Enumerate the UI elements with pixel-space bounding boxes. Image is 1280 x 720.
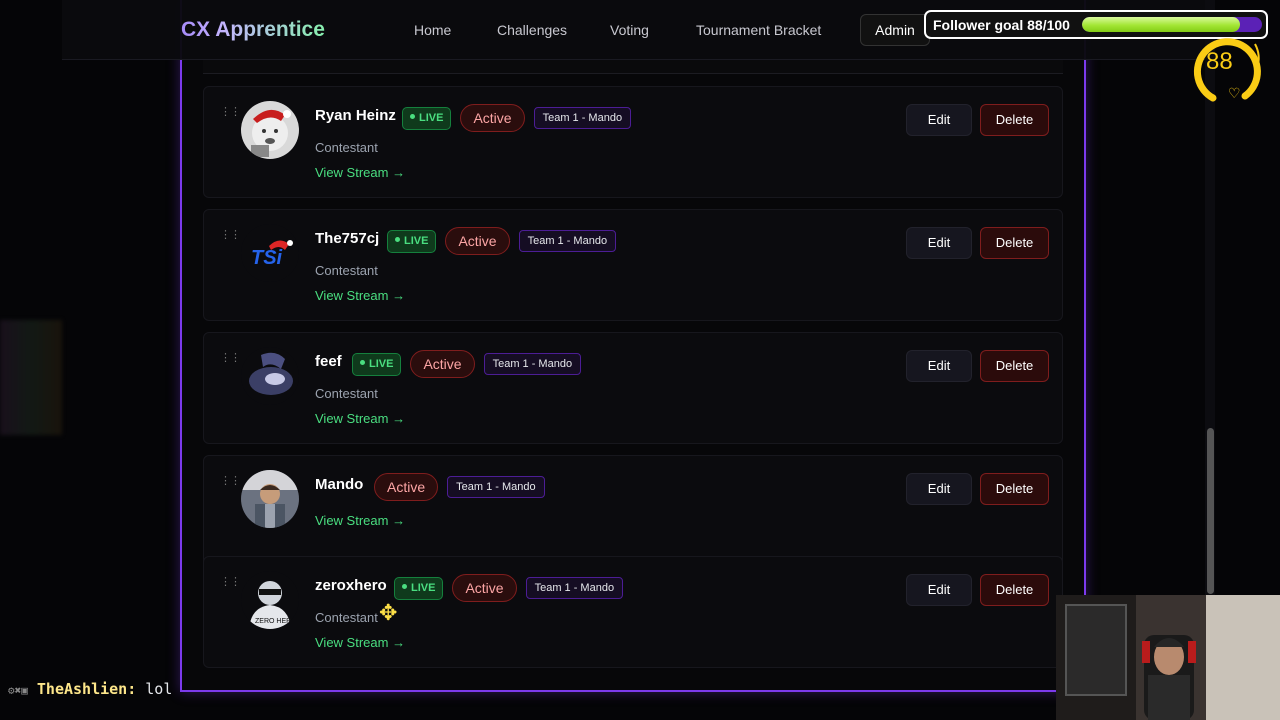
delete-button[interactable]: Delete [980, 350, 1049, 382]
nav-admin-button[interactable]: Admin [860, 14, 930, 46]
chat-username: TheAshlien [36, 680, 128, 698]
contestant-name: Mando [315, 476, 364, 493]
chat-message: ⚙✖▣ TheAshlien: lol [8, 680, 172, 698]
svg-text:ZERO HERO: ZERO HERO [255, 618, 297, 625]
badge-row: LIVE Active Team 1 - Mando [387, 227, 617, 255]
contestant-card: ⋮⋮ TSi The757cj LIVE Active Team 1 - Man… [203, 209, 1063, 321]
chat-colon: : [127, 680, 137, 698]
status-badge: Active [452, 574, 517, 602]
team-badge: Team 1 - Mando [447, 476, 545, 498]
scrollbar-thumb[interactable] [1207, 428, 1214, 594]
edit-button[interactable]: Edit [906, 350, 972, 382]
team-badge: Team 1 - Mando [483, 353, 582, 375]
contestant-name: Ryan Heinz [315, 107, 396, 124]
contestant-role: Contestant [315, 140, 378, 155]
chat-badge-icon: ⚙✖▣ [8, 684, 28, 697]
heart-icon: ♡ [1228, 85, 1241, 101]
contestant-card: ⋮⋮ feef LIVE Active Team 1 - Mando Conte… [203, 332, 1063, 444]
follower-count: 88 [1206, 48, 1233, 75]
live-dot-icon [360, 359, 365, 365]
delete-button[interactable]: Delete [980, 473, 1049, 505]
nav-home[interactable]: Home [414, 22, 451, 38]
live-dot-icon [395, 236, 400, 242]
delete-button[interactable]: Delete [980, 227, 1049, 259]
contestant-role: Contestant [315, 263, 378, 278]
drag-handle-icon[interactable]: ⋮⋮ [220, 474, 241, 487]
chat-text: lol [145, 680, 173, 698]
contestant-role: Contestant [315, 610, 378, 625]
follower-goal-label: Follower goal 88/100 [933, 17, 1070, 33]
webcam-overlay [1056, 595, 1280, 720]
status-badge: Active [410, 350, 475, 378]
badge-row: Active Team 1 - Mando [374, 473, 545, 501]
status-badge: Active [374, 473, 439, 501]
drag-handle-icon[interactable]: ⋮⋮ [220, 575, 241, 588]
contestant-card-partial [203, 60, 1063, 74]
view-stream-link[interactable]: View Stream → [315, 513, 405, 528]
delete-button[interactable]: Delete [980, 104, 1049, 136]
contestant-name: zeroxhero [315, 577, 387, 594]
team-badge: Team 1 - Mando [525, 577, 624, 599]
view-stream-link[interactable]: View Stream → [315, 165, 405, 180]
edit-button[interactable]: Edit [906, 473, 972, 505]
avatar [241, 101, 299, 159]
live-badge: LIVE [352, 352, 402, 376]
live-dot-icon [410, 113, 415, 119]
view-stream-link[interactable]: View Stream → [315, 288, 405, 303]
badge-row: LIVE Active Team 1 - Mando [394, 574, 624, 602]
follower-goal-track [1082, 17, 1262, 32]
live-badge: LIVE [387, 229, 437, 253]
edit-button[interactable]: Edit [906, 227, 972, 259]
contestant-name: The757cj [315, 230, 380, 247]
drag-handle-icon[interactable]: ⋮⋮ [220, 351, 241, 364]
edit-button[interactable]: Edit [906, 104, 972, 136]
drag-handle-icon[interactable]: ⋮⋮ [220, 105, 241, 118]
view-stream-link[interactable]: View Stream → [315, 635, 405, 650]
site-logo[interactable]: CX Apprentice [181, 18, 325, 42]
contestant-card: ⋮⋮ Ryan Heinz LIVE Active Team 1 - Mando… [203, 86, 1063, 198]
avatar [241, 470, 299, 528]
nav-tournament-bracket[interactable]: Tournament Bracket [696, 22, 821, 38]
live-badge: LIVE [402, 106, 452, 130]
contestant-role: Contestant [315, 386, 378, 401]
status-badge: Active [445, 227, 510, 255]
svg-text:TSi: TSi [251, 247, 283, 269]
team-badge: Team 1 - Mando [533, 107, 632, 129]
contestant-name: feef [315, 353, 342, 370]
drag-handle-icon[interactable]: ⋮⋮ [220, 228, 241, 241]
live-badge: LIVE [394, 576, 444, 600]
live-label: LIVE [369, 357, 394, 370]
follower-goal-fill [1082, 17, 1241, 32]
move-cursor-icon: ✥ [379, 600, 398, 625]
nav-challenges[interactable]: Challenges [497, 22, 567, 38]
avatar [241, 347, 299, 405]
badge-row: LIVE Active Team 1 - Mando [402, 104, 632, 132]
status-badge: Active [460, 104, 525, 132]
avatar: ZERO HERO [241, 571, 299, 629]
edit-button[interactable]: Edit [906, 574, 972, 606]
nav-voting[interactable]: Voting [610, 22, 649, 38]
contestant-card: ⋮⋮ ZERO HERO zeroxhero LIVE Active Team … [203, 556, 1063, 668]
badge-row: LIVE Active Team 1 - Mando [352, 350, 582, 378]
live-dot-icon [402, 583, 407, 589]
view-stream-link[interactable]: View Stream → [315, 411, 405, 426]
background-blur [0, 320, 62, 435]
delete-button[interactable]: Delete [980, 574, 1049, 606]
live-label: LIVE [411, 581, 436, 594]
avatar: TSi [241, 224, 299, 282]
live-label: LIVE [419, 111, 444, 124]
team-badge: Team 1 - Mando [518, 230, 617, 252]
live-label: LIVE [404, 234, 429, 247]
contestant-card: ⋮⋮ Mando Active Team 1 - Mando View Stre… [203, 455, 1063, 567]
